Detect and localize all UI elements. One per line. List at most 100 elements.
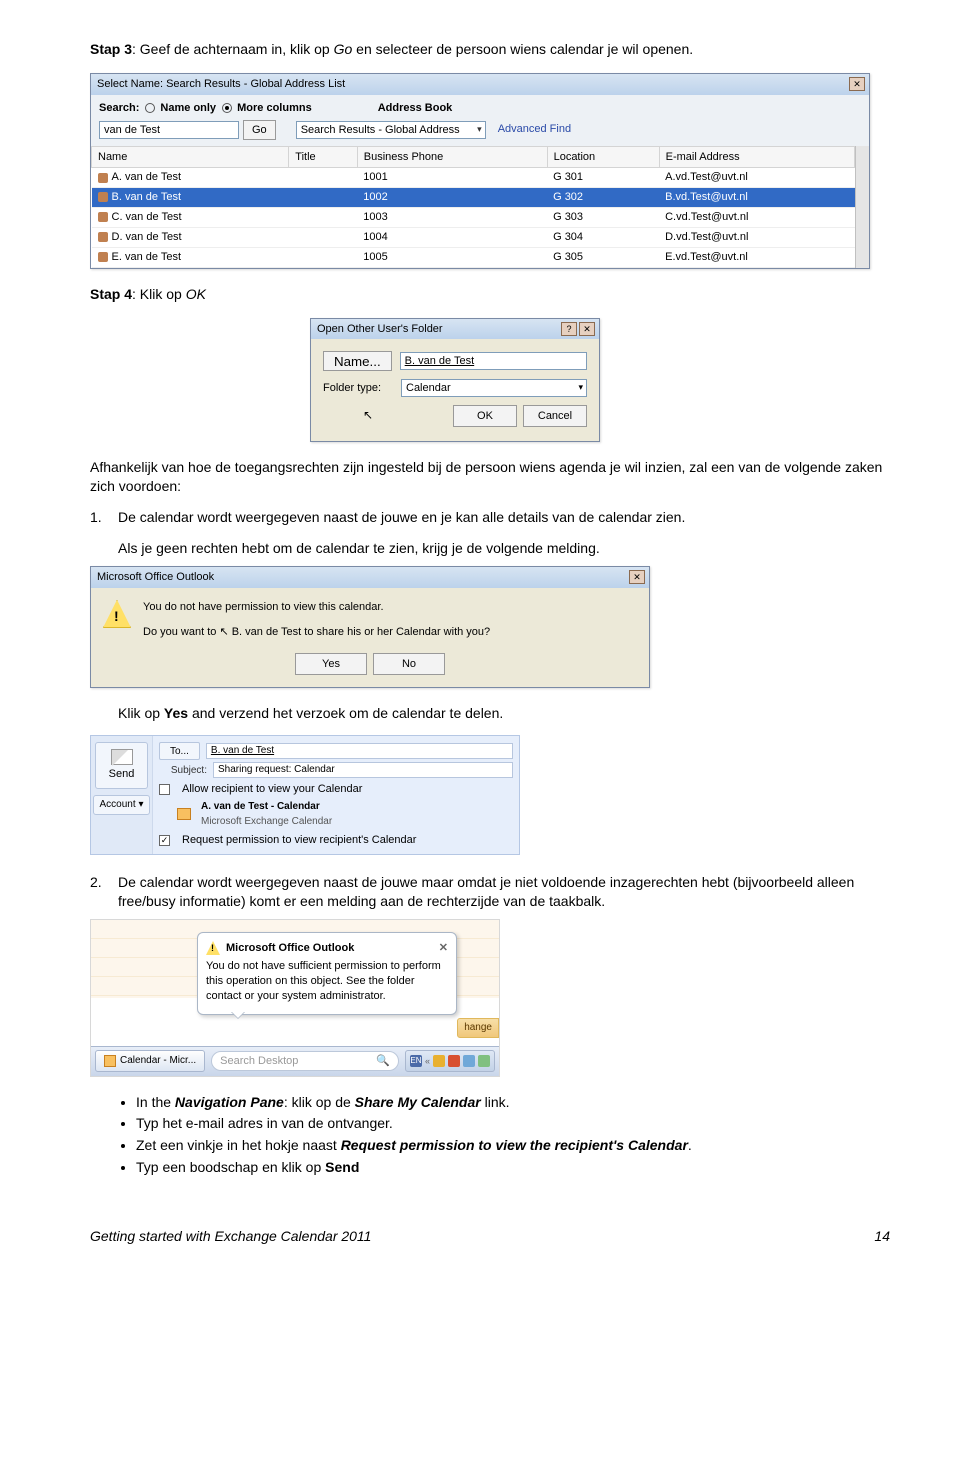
allow-view-checkbox[interactable] [159, 784, 170, 795]
go-button[interactable]: Go [243, 120, 276, 140]
taskbar-item-calendar[interactable]: Calendar - Micr... [95, 1050, 205, 1072]
col-phone[interactable]: Business Phone [357, 146, 547, 168]
subject-label: Subject: [159, 764, 207, 778]
ok-button[interactable]: OK [453, 405, 517, 427]
to-button[interactable]: To... [159, 742, 200, 760]
step3-line: Stap 3: Geef de achternaam in, klik op G… [90, 40, 890, 59]
account-button[interactable]: Account ▾ [93, 795, 150, 815]
table-row[interactable]: A. van de Test1001G 301A.vd.Test@uvt.nl [92, 168, 855, 188]
person-icon [98, 192, 108, 202]
no-button[interactable]: No [373, 653, 445, 675]
address-book-dropdown[interactable]: Search Results - Global Address [296, 121, 486, 139]
go-word: Go [334, 41, 353, 57]
balloon-title: Microsoft Office Outlook [226, 941, 354, 956]
warning-icon [206, 941, 220, 955]
yes-button[interactable]: Yes [295, 653, 367, 675]
close-icon[interactable]: ✕ [439, 941, 448, 956]
table-row[interactable]: D. van de Test1004G 304D.vd.Test@uvt.nl [92, 227, 855, 247]
search-label: Search: [99, 101, 139, 116]
close-icon[interactable]: ✕ [579, 322, 595, 336]
step4-line: Stap 4: Klik op OK [90, 285, 890, 304]
calendar-type: Microsoft Exchange Calendar [201, 816, 332, 827]
col-email[interactable]: E-mail Address [659, 146, 855, 168]
bullet-3: Zet een vinkje in het hokje naast Reques… [136, 1136, 890, 1155]
klik-yes-line: Klik op Yes and verzend het verzoek om d… [118, 704, 890, 723]
balloon-message: You do not have sufficient permission to… [206, 959, 448, 1004]
table-row[interactable]: E. van de Test1005G 305E.vd.Test@uvt.nl [92, 247, 855, 267]
step4-label: Stap 4 [90, 286, 132, 302]
cursor-icon: ↖ [363, 407, 373, 429]
col-name[interactable]: Name [92, 146, 289, 168]
search-desktop-input[interactable]: Search Desktop 🔍 [211, 1051, 399, 1071]
search-icon: 🔍 [376, 1054, 390, 1069]
results-table: Name Title Business Phone Location E-mai… [91, 146, 855, 268]
name-field[interactable]: B. van de Test [400, 352, 587, 370]
calendar-owner: A. van de Test - Calendar [201, 801, 320, 812]
advanced-find-link[interactable]: Advanced Find [498, 122, 571, 137]
tray-icon[interactable] [463, 1055, 475, 1067]
person-icon [98, 173, 108, 183]
person-icon [98, 252, 108, 262]
page-number: 14 [874, 1227, 890, 1246]
ok-word: OK [186, 286, 206, 302]
request-permission-checkbox[interactable]: ✓ [159, 835, 170, 846]
tray-icon[interactable] [478, 1055, 490, 1067]
person-icon [98, 212, 108, 222]
col-location[interactable]: Location [547, 146, 659, 168]
scrollbar[interactable] [855, 146, 869, 268]
send-button[interactable]: Send [95, 742, 148, 789]
list-item-1: 1. De calendar wordt weergegeven naast d… [90, 508, 890, 558]
cursor-icon: ↖ [219, 626, 228, 638]
name-button[interactable]: Name... [323, 351, 392, 371]
subject-field[interactable]: Sharing request: Calendar [213, 762, 513, 778]
close-icon[interactable]: ✕ [629, 570, 645, 584]
list-item-2: 2. De calendar wordt weergegeven naast d… [90, 873, 890, 911]
exchange-strip: hange [457, 1018, 499, 1038]
balloon-tooltip: Microsoft Office Outlook ✕ You do not ha… [197, 932, 457, 1015]
system-tray: EN « [405, 1050, 495, 1072]
dialog-title: Open Other User's Folder [317, 322, 443, 337]
page-footer: Getting started with Exchange Calendar 2… [90, 1227, 890, 1246]
table-row[interactable]: C. van de Test1003G 303C.vd.Test@uvt.nl [92, 208, 855, 228]
folder-type-select[interactable]: Calendar [401, 379, 587, 397]
folder-type-label: Folder type: [323, 381, 393, 396]
tray-icon[interactable] [433, 1055, 445, 1067]
help-icon[interactable]: ? [561, 322, 577, 336]
dialog-title: Select Name: Search Results - Global Add… [97, 77, 345, 92]
radio-name-only[interactable] [145, 103, 155, 113]
address-book-label: Address Book [378, 101, 453, 116]
to-field[interactable]: B. van de Test [206, 743, 513, 759]
dialog-title: Microsoft Office Outlook [97, 570, 214, 585]
sharing-request-compose: Send Account ▾ To... B. van de Test Subj… [90, 735, 520, 854]
table-row[interactable]: B. van de Test1002G 302B.vd.Test@uvt.nl [92, 188, 855, 208]
taskbar-balloon-screenshot: Microsoft Office Outlook ✕ You do not ha… [90, 919, 500, 1077]
outlook-alert-dialog: Microsoft Office Outlook ✕ You do not ha… [90, 566, 650, 689]
alert-line2: Do you want to ↖ B. van de Test to share… [143, 625, 490, 640]
chevron-down-icon: ▾ [138, 799, 143, 810]
person-icon [98, 232, 108, 242]
warning-icon [103, 600, 131, 628]
paragraph-afhankelijk: Afhankelijk van hoe de toegangsrechten z… [90, 458, 890, 496]
close-icon[interactable]: ✕ [849, 77, 865, 91]
search-input[interactable]: van de Test [99, 121, 239, 139]
taskbar: Calendar - Micr... Search Desktop 🔍 EN « [91, 1046, 499, 1076]
open-folder-dialog: Open Other User's Folder ? ✕ Name... B. … [310, 318, 600, 443]
cancel-button[interactable]: Cancel [523, 405, 587, 427]
footer-title: Getting started with Exchange Calendar 2… [90, 1227, 371, 1246]
calendar-icon [104, 1055, 116, 1067]
envelope-icon [111, 749, 133, 765]
titlebar: Microsoft Office Outlook ✕ [91, 567, 649, 588]
select-name-dialog: Select Name: Search Results - Global Add… [90, 73, 870, 269]
titlebar: Open Other User's Folder ? ✕ [311, 319, 599, 340]
tray-icon[interactable] [448, 1055, 460, 1067]
bullet-2: Typ het e-mail adres in van de ontvanger… [136, 1114, 890, 1133]
bullet-4: Typ een boodschap en klik op Send [136, 1158, 890, 1177]
tray-expand-icon[interactable]: « [425, 1055, 430, 1067]
radio-more-columns[interactable] [222, 103, 232, 113]
alert-line1: You do not have permission to view this … [143, 600, 490, 615]
calendar-icon [177, 808, 191, 820]
instruction-bullets: In the Navigation Pane: klik op de Share… [90, 1093, 890, 1178]
col-title[interactable]: Title [289, 146, 357, 168]
language-icon[interactable]: EN [410, 1055, 422, 1067]
bullet-1: In the Navigation Pane: klik op de Share… [136, 1093, 890, 1112]
